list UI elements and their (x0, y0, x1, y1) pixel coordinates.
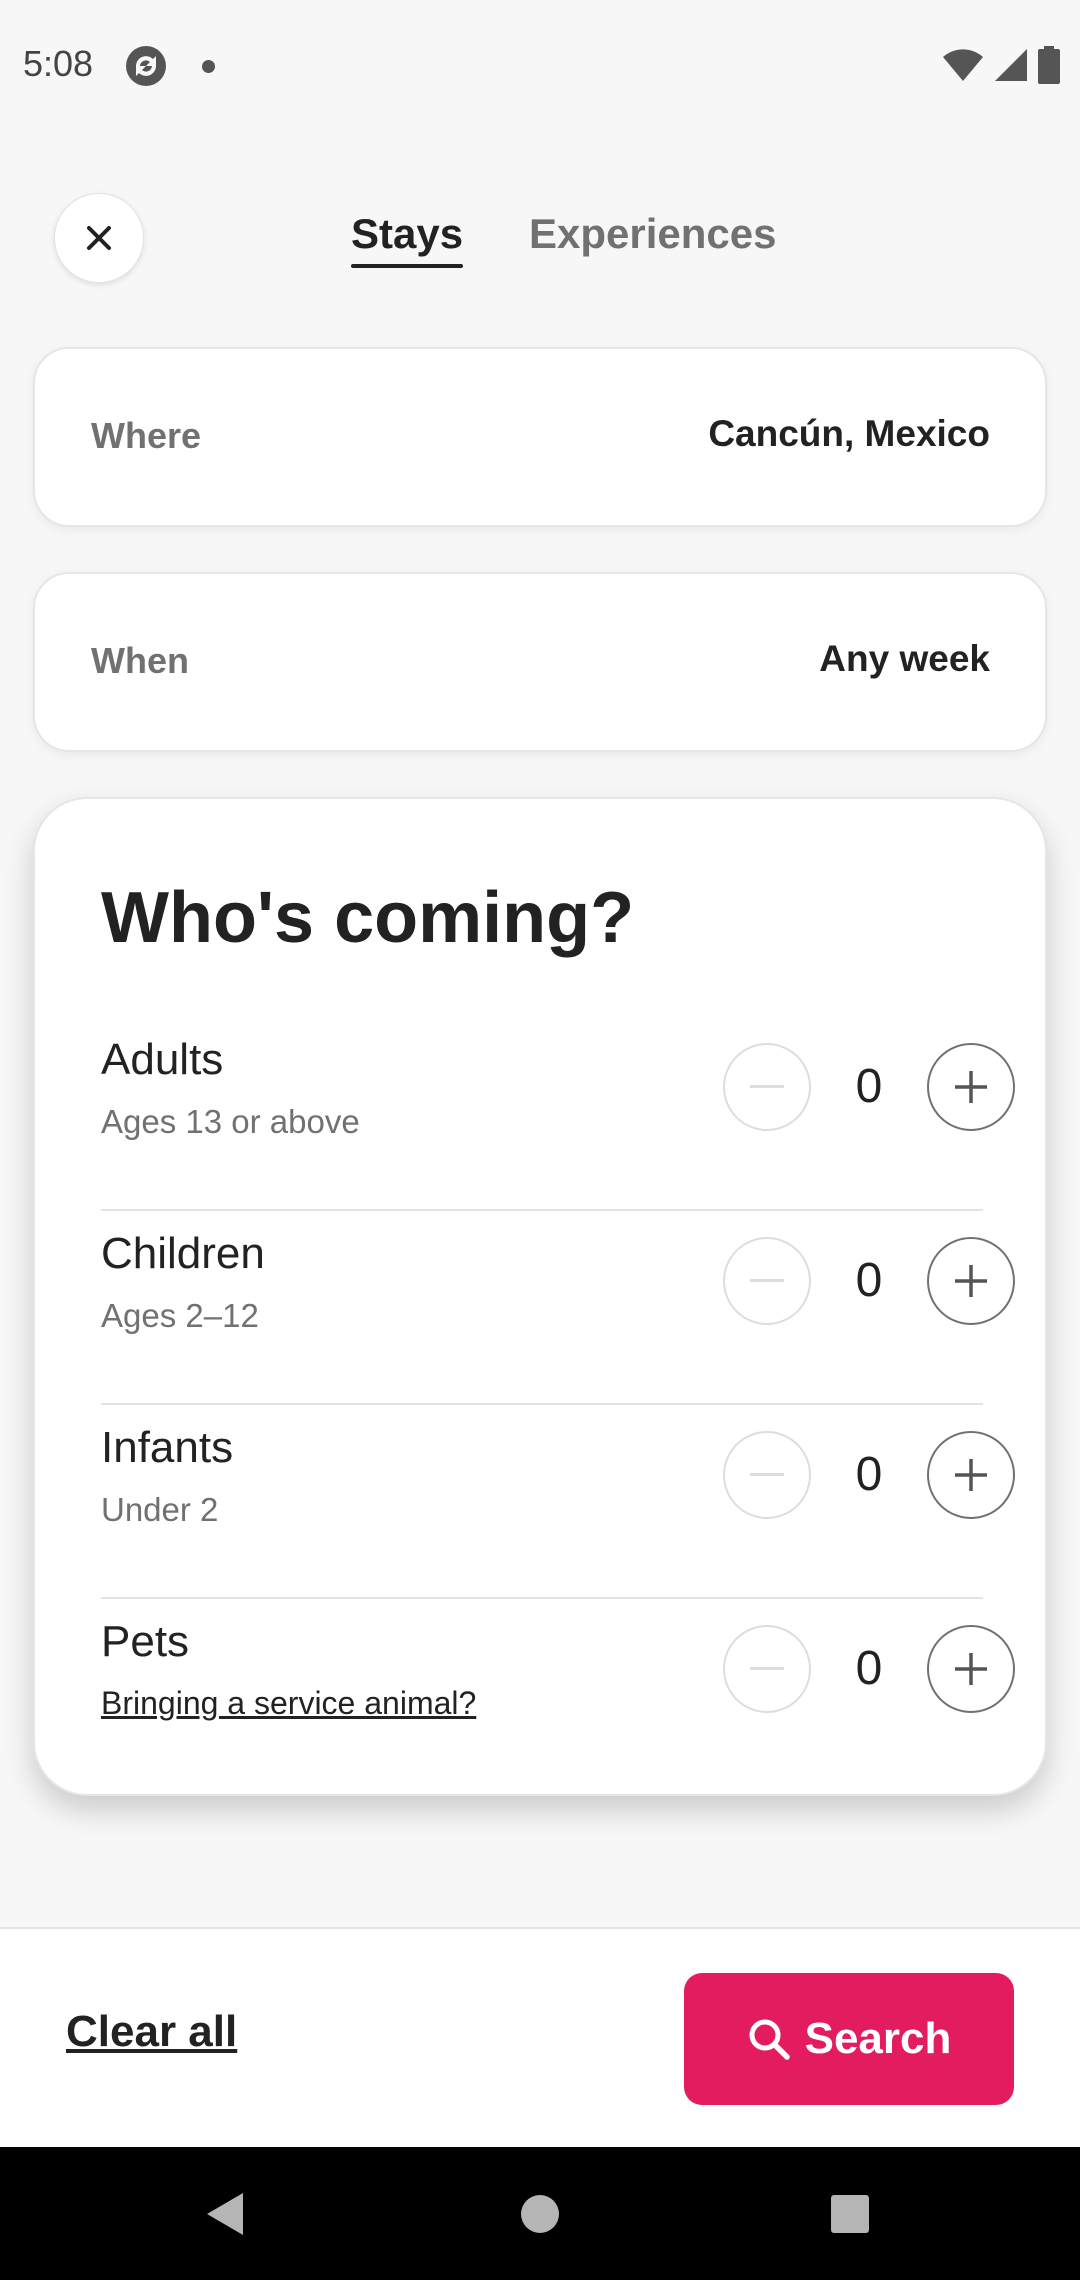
guest-row-pets: Pets Bringing a service animal? 0 (101, 1599, 1015, 1793)
infants-increase-button[interactable] (927, 1431, 1015, 1519)
pets-decrease-button[interactable] (723, 1625, 811, 1713)
battery-icon (1038, 46, 1060, 84)
adults-count: 0 (855, 1060, 883, 1113)
sync-app-icon (126, 46, 166, 86)
status-indicators (942, 46, 1060, 84)
where-value: Cancún, Mexico (708, 413, 990, 454)
guest-row-adults: Adults Ages 13 or above 0 (101, 1017, 1015, 1211)
guest-name-pets: Pets (101, 1617, 190, 1666)
close-icon (87, 226, 111, 250)
notification-dot (202, 60, 215, 73)
search-button[interactable]: Search (684, 1973, 1014, 2105)
nav-home-button[interactable] (465, 2147, 615, 2280)
guest-name-infants: Infants (101, 1423, 234, 1472)
tab-experiences[interactable]: Experiences (529, 210, 777, 258)
adults-decrease-button[interactable] (723, 1043, 811, 1131)
guest-sub-children: Ages 2–12 (101, 1297, 259, 1334)
plus-icon (955, 1459, 987, 1491)
guest-row-children: Children Ages 2–12 0 (101, 1211, 1015, 1405)
when-label: When (91, 640, 189, 681)
service-animal-link[interactable]: Bringing a service animal? (101, 1685, 476, 1722)
cell-signal-icon (995, 49, 1027, 81)
minus-icon (750, 1279, 784, 1282)
pets-count: 0 (855, 1642, 883, 1695)
wifi-icon (943, 49, 983, 81)
status-time: 5:08 (23, 43, 94, 84)
infants-decrease-button[interactable] (723, 1431, 811, 1519)
guest-name-adults: Adults (101, 1035, 224, 1084)
plus-icon (955, 1265, 987, 1297)
search-button-label: Search (804, 2014, 952, 2063)
search-icon (749, 2019, 790, 2060)
minus-icon (750, 1473, 784, 1476)
clear-all-button[interactable]: Clear all (66, 2007, 237, 2057)
infants-count: 0 (855, 1448, 883, 1501)
where-field[interactable]: Where Cancún, Mexico (33, 347, 1047, 527)
minus-icon (750, 1085, 784, 1088)
guest-name-children: Children (101, 1229, 265, 1278)
guest-sub-infants: Under 2 (101, 1491, 219, 1528)
guests-title: Who's coming? (101, 878, 635, 958)
children-decrease-button[interactable] (723, 1237, 811, 1325)
bottom-action-bar: Clear all Search (0, 1927, 1080, 2147)
back-triangle-icon (207, 2192, 243, 2235)
recents-square-icon (831, 2194, 869, 2233)
plus-icon (955, 1071, 987, 1103)
when-field[interactable]: When Any week (33, 572, 1047, 752)
when-value: Any week (819, 638, 990, 679)
nav-recents-button[interactable] (775, 2147, 925, 2280)
plus-icon (955, 1653, 987, 1685)
children-increase-button[interactable] (927, 1237, 1015, 1325)
system-nav-bar (0, 2147, 1080, 2280)
pets-increase-button[interactable] (927, 1625, 1015, 1713)
status-bar: 5:08 (0, 0, 1080, 135)
children-count: 0 (855, 1254, 883, 1307)
close-button[interactable] (54, 193, 144, 283)
minus-icon (750, 1667, 784, 1670)
home-circle-icon (521, 2194, 559, 2233)
guest-row-infants: Infants Under 2 0 (101, 1405, 1015, 1599)
nav-back-button[interactable] (150, 2147, 300, 2280)
tab-stays[interactable]: Stays (351, 210, 464, 268)
screen: 5:08 Stays Experiences Where Cancún, Mex… (0, 0, 1080, 2280)
guest-sub-adults: Ages 13 or above (101, 1103, 360, 1140)
adults-increase-button[interactable] (927, 1043, 1015, 1131)
guests-panel: Who's coming? Adults Ages 13 or above 0 … (33, 797, 1047, 1796)
where-label: Where (91, 415, 202, 456)
